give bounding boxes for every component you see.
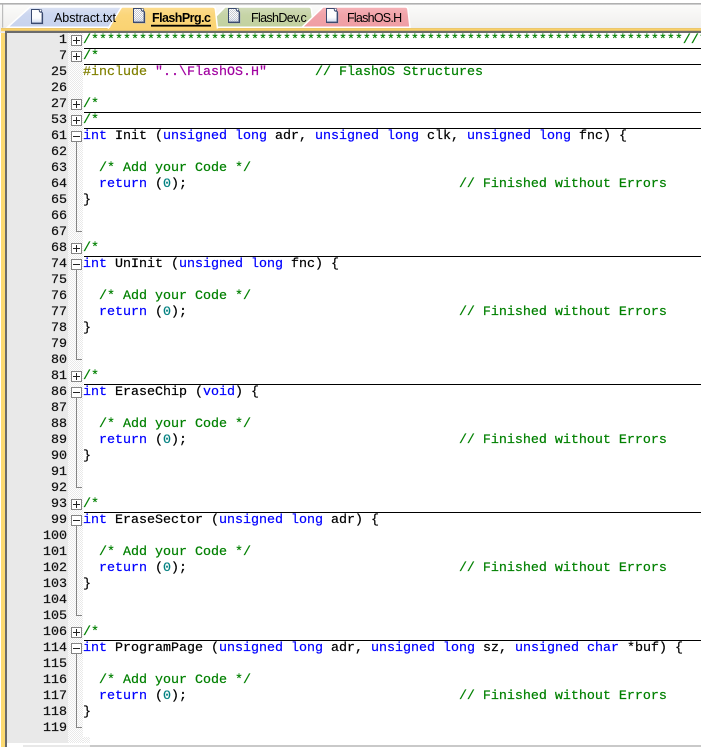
svg-text:FlashPrg.c: FlashPrg.c [152,11,211,25]
svg-text:FlashOS.H: FlashOS.H [347,11,402,25]
svg-text:FlashDev.c: FlashDev.c [251,11,306,25]
svg-text:Abstract.txt: Abstract.txt [54,11,116,25]
